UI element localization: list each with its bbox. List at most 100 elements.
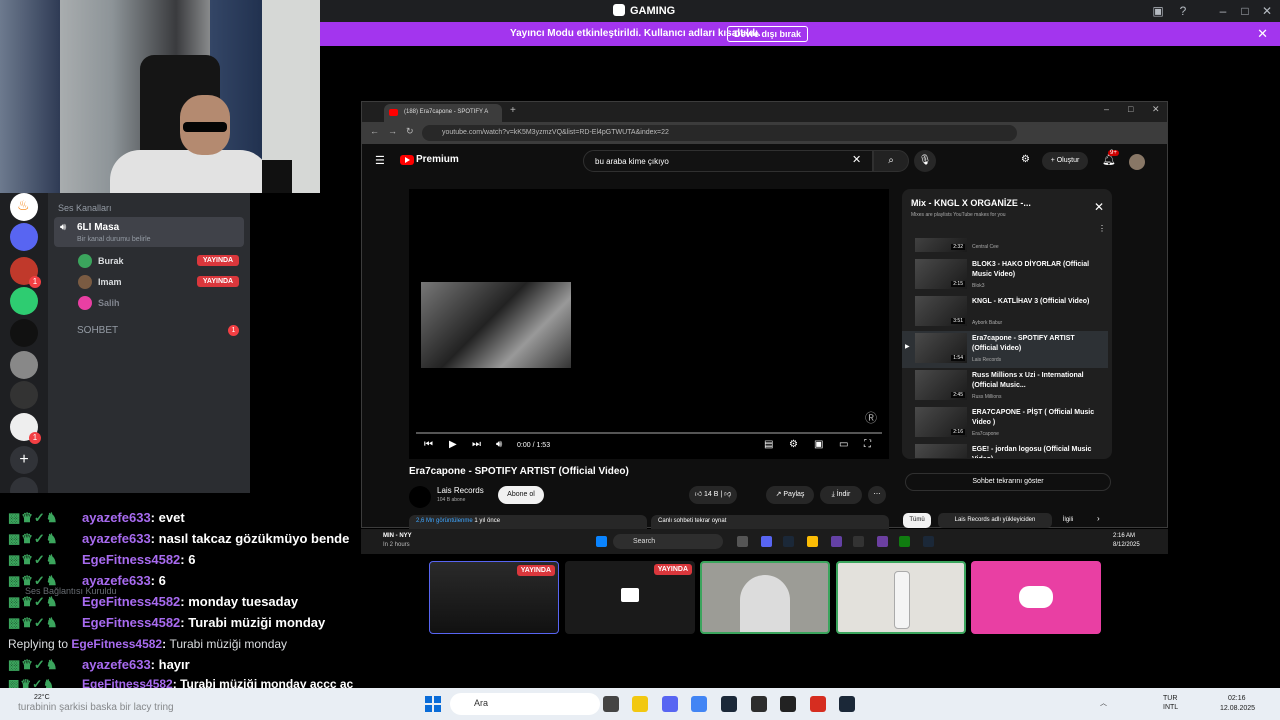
app-icon[interactable] bbox=[877, 536, 888, 547]
progress-bar[interactable] bbox=[416, 432, 882, 434]
playlist-item[interactable]: EGE! - jordan logosu (Official Music Vid… bbox=[902, 442, 1108, 458]
url-input[interactable]: youtube.com/watch?v=kK5M3yzmzVQ&list=RD-… bbox=[422, 125, 1017, 141]
steam-icon[interactable] bbox=[721, 696, 737, 712]
discord-icon[interactable] bbox=[761, 536, 772, 547]
clock-time[interactable]: 02:16 bbox=[1228, 695, 1246, 702]
next-icon[interactable]: ⏭ bbox=[472, 439, 481, 450]
server-icon[interactable] bbox=[10, 319, 38, 347]
app-icon[interactable] bbox=[831, 536, 842, 547]
description-box[interactable]: 2,6 Mn görüntülenme 1 yıl önce bbox=[409, 515, 647, 529]
app-icon[interactable] bbox=[853, 536, 864, 547]
stream-tile[interactable]: YAYINDA bbox=[429, 561, 559, 634]
search-button[interactable]: ⌕ bbox=[873, 150, 909, 172]
search-input[interactable]: bu araba kime çıkıyo bbox=[583, 150, 873, 172]
add-server-icon[interactable]: + bbox=[10, 446, 38, 474]
user-name[interactable]: Burak bbox=[98, 256, 124, 266]
live-chat-replay[interactable]: Canlı sohbeti tekrar oynat bbox=[651, 515, 889, 529]
windows-icon[interactable] bbox=[596, 536, 607, 547]
forward-icon[interactable]: → bbox=[388, 126, 397, 136]
youtube-logo-icon[interactable] bbox=[400, 155, 414, 165]
voice-category[interactable]: Ses Kanalları bbox=[58, 203, 112, 213]
chip-related[interactable]: İlgili bbox=[1057, 513, 1079, 528]
voice-channel-status[interactable]: Bir kanal durumu belirle bbox=[77, 236, 151, 243]
server-icon[interactable] bbox=[10, 351, 38, 379]
close-button[interactable]: ✕ bbox=[1152, 104, 1160, 115]
theater-icon[interactable]: ▭ bbox=[839, 439, 848, 450]
server-icon[interactable]: 1 bbox=[10, 257, 41, 288]
app-icon[interactable] bbox=[751, 696, 767, 712]
playlist-item-active[interactable]: ▶ 1:54 Era7capone - SPOTIFY ARTIST (Offi… bbox=[902, 331, 1108, 368]
create-button[interactable]: + Oluştur bbox=[1042, 152, 1088, 170]
steam-icon[interactable] bbox=[839, 696, 855, 712]
show-chat-replay-button[interactable]: Sohbet tekrarını göster bbox=[905, 473, 1111, 491]
weather-text[interactable]: 22°C bbox=[34, 694, 50, 701]
playlist-item[interactable]: 2:15 BLOK3 - HAKO DİYORLAR (Official Mus… bbox=[902, 257, 1108, 294]
new-tab-icon[interactable]: + bbox=[510, 105, 516, 116]
mic-icon[interactable]: 🎙︎ bbox=[914, 150, 936, 172]
previous-icon[interactable]: ⏮ bbox=[424, 439, 433, 450]
playlist-item[interactable]: 2:45 Russ Millions x Uzi - International… bbox=[902, 368, 1108, 405]
more-button[interactable]: ⋯ bbox=[868, 486, 886, 504]
subscribe-button[interactable]: Abone ol bbox=[498, 486, 544, 504]
search-box[interactable]: Search bbox=[613, 534, 723, 549]
avatar[interactable] bbox=[1129, 154, 1145, 170]
cast-icon[interactable]: ⚙ bbox=[1021, 154, 1030, 165]
close-icon[interactable]: ✕ bbox=[1094, 200, 1104, 214]
help-icon[interactable]: ? bbox=[1175, 3, 1191, 19]
user-name[interactable]: Imam bbox=[98, 277, 122, 287]
chrome-icon[interactable] bbox=[691, 696, 707, 712]
maximize-button[interactable]: □ bbox=[1128, 104, 1133, 114]
share-button[interactable]: ↗ Paylaş bbox=[766, 486, 814, 504]
back-icon[interactable]: ← bbox=[370, 126, 379, 136]
folder-icon[interactable] bbox=[632, 696, 648, 712]
settings-icon[interactable]: ⚙ bbox=[789, 439, 798, 450]
stream-tile[interactable]: YAYINDA bbox=[565, 561, 695, 634]
ticker[interactable]: MIN - NYY bbox=[383, 533, 412, 539]
app-icon[interactable] bbox=[810, 696, 826, 712]
fullscreen-icon[interactable]: ⛶ bbox=[864, 439, 871, 450]
steam-icon[interactable] bbox=[783, 536, 794, 547]
app-icon[interactable] bbox=[780, 696, 796, 712]
discord-home-icon[interactable] bbox=[10, 223, 38, 251]
premium-label[interactable]: Premium bbox=[416, 154, 459, 165]
server-icon[interactable]: 1 bbox=[10, 413, 41, 444]
chrome-icon[interactable] bbox=[807, 536, 818, 547]
xbox-icon[interactable] bbox=[899, 536, 910, 547]
reload-icon[interactable]: ↻ bbox=[406, 126, 414, 137]
taskview-icon[interactable] bbox=[737, 536, 748, 547]
tray-chevron-icon[interactable]: ︿ bbox=[1100, 698, 1107, 708]
playlist-item[interactable]: 3:51 KNGL - KATLİHAV 3 (Official Video) … bbox=[902, 294, 1108, 331]
start-icon[interactable] bbox=[425, 696, 441, 712]
server-icon[interactable] bbox=[10, 381, 38, 409]
chip-all[interactable]: Tümü bbox=[903, 513, 931, 528]
chip-uploader[interactable]: Lais Records adlı yükleyiciden bbox=[938, 513, 1052, 528]
discord-icon[interactable] bbox=[662, 696, 678, 712]
close-button[interactable]: ✕ bbox=[1259, 3, 1275, 19]
subtitles-icon[interactable]: ▤ bbox=[764, 439, 773, 450]
server-fire-icon[interactable]: ♨ bbox=[10, 193, 38, 221]
volume-icon[interactable]: 🔊︎ bbox=[496, 439, 502, 450]
minimize-button[interactable]: – bbox=[1215, 3, 1231, 19]
miniplayer-icon[interactable]: ▣ bbox=[814, 439, 823, 450]
taskview-icon[interactable] bbox=[603, 696, 619, 712]
browser-tab[interactable]: (188) Era7capone - SPOTIFY A bbox=[384, 104, 502, 122]
chevron-right-icon[interactable]: › bbox=[1097, 514, 1100, 523]
server-icon[interactable] bbox=[10, 287, 38, 315]
like-button[interactable]: 👍︎ 14 B | 👎︎ bbox=[689, 486, 737, 504]
disable-button[interactable]: Devre dışı bırak bbox=[727, 26, 809, 42]
download-button[interactable]: ⤓ İndir bbox=[820, 486, 862, 504]
minimize-button[interactable]: – bbox=[1104, 104, 1109, 114]
voice-channel[interactable]: 🔊︎ 6LI Masa Bir kanal durumu belirle bbox=[54, 217, 244, 247]
channel-name[interactable]: Lais Records bbox=[437, 486, 484, 495]
text-channel-name[interactable]: SOHBET bbox=[77, 325, 118, 336]
play-icon[interactable]: ▶ bbox=[449, 439, 457, 450]
menu-icon[interactable]: ☰ bbox=[375, 154, 385, 167]
taskbar-search[interactable]: Ara bbox=[450, 693, 600, 715]
steam-icon[interactable] bbox=[923, 536, 934, 547]
more-icon[interactable]: ⋮ bbox=[1098, 224, 1106, 233]
inbox-icon[interactable]: ▣ bbox=[1150, 3, 1166, 19]
playlist-item[interactable]: 2:32 Central Cee bbox=[902, 238, 1108, 252]
video-player[interactable]: Ⓡ ⏮ ▶ ⏭ 🔊︎ 0:00 / 1:53 ▤ ⚙ ▣ ▭ ⛶ bbox=[409, 189, 889, 459]
language-text[interactable]: TUR bbox=[1163, 695, 1177, 702]
user-name[interactable]: Salih bbox=[98, 298, 120, 308]
